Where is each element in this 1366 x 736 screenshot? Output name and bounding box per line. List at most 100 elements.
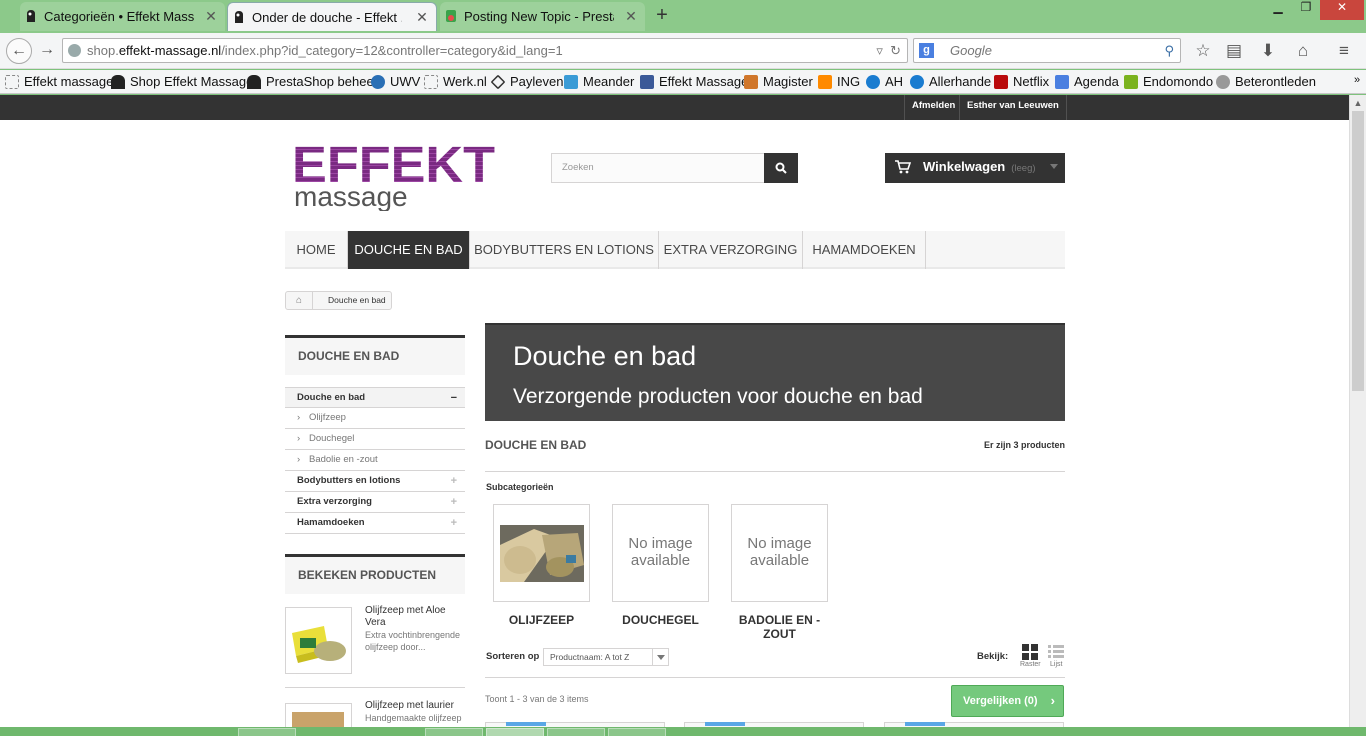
bookmark-item[interactable]: Allerhande <box>910 74 991 89</box>
page-icon <box>5 74 19 89</box>
reload-icon[interactable]: ▿ ↻ <box>876 39 901 62</box>
bookmark-item[interactable]: Effekt Massage <box>640 74 748 89</box>
browser-titlebar: Categorieën • Effekt Massa... ✕ Onder de… <box>0 0 1366 33</box>
breadcrumb: ⌂ Douche en bad <box>285 291 392 310</box>
minimize-button[interactable]: ▁ <box>1264 0 1292 20</box>
category-douche-en-bad[interactable]: Douche en bad − <box>285 387 465 408</box>
logout-link[interactable]: Afmelden <box>904 95 962 120</box>
account-link[interactable]: Esther van Leeuwen <box>959 95 1067 120</box>
taskbar-item[interactable] <box>425 728 483 736</box>
browser-search-input[interactable]: g Google ⚲ <box>913 38 1181 63</box>
url-bar[interactable]: shop.effekt-massage.nl/index.php?id_cate… <box>62 38 908 63</box>
home-icon[interactable]: ⌂ <box>1293 41 1313 61</box>
divider <box>485 471 1065 472</box>
taskbar-item[interactable] <box>486 728 544 736</box>
expand-icon[interactable]: + <box>451 513 457 533</box>
bookmark-item[interactable]: PrestaShop beheer <box>247 74 378 89</box>
menu-icon[interactable]: ≡ <box>1334 41 1354 61</box>
menu-item-douche-en-bad[interactable]: DOUCHE EN BAD <box>348 231 470 269</box>
expand-icon[interactable]: + <box>451 492 457 512</box>
home-icon[interactable]: ⌂ <box>286 292 312 309</box>
bookmark-item[interactable]: Werk.nl <box>424 74 487 89</box>
subcategory-name[interactable]: BADOLIE EN -ZOUT <box>731 613 828 641</box>
bookmark-item[interactable]: Effekt massage <box>5 74 113 89</box>
expand-icon[interactable]: + <box>451 471 457 491</box>
category-badolie[interactable]: › Badolie en -zout <box>285 450 465 471</box>
subcategory-image-douchegel[interactable]: No image available <box>612 504 709 602</box>
taskbar-item[interactable] <box>547 728 605 736</box>
menu-item-hamamdoeken[interactable]: HAMAMDOEKEN <box>803 231 926 269</box>
cart-button[interactable]: Winkelwagen (leeg) <box>885 153 1065 183</box>
divider <box>285 687 465 688</box>
prestashop-icon <box>247 74 261 89</box>
bookmark-item[interactable]: Magister <box>744 74 813 89</box>
product-count: Er zijn 3 producten <box>983 440 1065 450</box>
menu-item-home[interactable]: HOME <box>285 231 348 269</box>
grid-view-icon[interactable] <box>1022 644 1038 660</box>
category-douchegel[interactable]: › Douchegel <box>285 429 465 450</box>
browser-tab-1[interactable]: Categorieën • Effekt Massa... ✕ <box>20 2 225 31</box>
subcategory-name[interactable]: DOUCHEGEL <box>612 613 709 627</box>
bookmark-item[interactable]: UWV <box>371 74 420 89</box>
page-scrollbar[interactable]: ▲ <box>1349 95 1366 727</box>
more-bookmarks-icon[interactable]: » <box>1354 74 1360 86</box>
menu-item-extra-verzorging[interactable]: EXTRA VERZORGING <box>659 231 803 269</box>
bookmark-star-icon[interactable]: ☆ <box>1193 41 1213 61</box>
sort-select[interactable]: Productnaam: A tot Z <box>543 648 669 666</box>
tab-label: Posting New Topic - Presta... <box>464 9 614 24</box>
viewed-product-image[interactable] <box>285 607 352 674</box>
search-icon[interactable]: ⚲ <box>1164 39 1174 62</box>
subcategory-image-olijfzeep[interactable] <box>493 504 590 602</box>
list-view-icon[interactable] <box>1048 644 1064 660</box>
category-hamamdoeken[interactable]: Hamamdoeken + <box>285 513 465 534</box>
bookmark-item[interactable]: Payleven <box>490 74 563 89</box>
effekt-massage-logo[interactable]: EFFEKT massage <box>292 139 497 211</box>
subcategory-name[interactable]: OLIJFZEEP <box>493 613 590 627</box>
window-close-button[interactable]: ✕ <box>1320 0 1364 20</box>
collapse-icon[interactable]: − <box>451 388 457 408</box>
reading-list-icon[interactable]: ▤ <box>1224 41 1244 61</box>
menu-item-bodybutters[interactable]: BODYBUTTERS EN LOTIONS <box>470 231 659 269</box>
shop-search-input[interactable]: Zoeken <box>551 153 765 183</box>
bookmark-item[interactable]: AH <box>866 74 903 89</box>
subcategory-image-badolie[interactable]: No image available <box>731 504 828 602</box>
restore-button[interactable]: ❐ <box>1292 0 1320 20</box>
browser-tab-2[interactable]: Onder de douche - Effekt ... ✕ <box>227 2 437 31</box>
grid-view-label: Raster <box>1020 661 1041 668</box>
viewed-product-desc: Handgemaakte olijfzeep <box>365 713 462 723</box>
search-placeholder: Google <box>950 43 992 58</box>
prestashop-icon <box>27 10 35 22</box>
bookmark-item[interactable]: Shop Effekt Massage <box>111 74 253 89</box>
viewed-product-image[interactable] <box>285 703 352 727</box>
scroll-up-icon[interactable]: ▲ <box>1350 95 1366 111</box>
bookmark-item[interactable]: ING <box>818 74 860 89</box>
browser-tab-3[interactable]: Posting New Topic - Presta... ✕ <box>440 2 645 31</box>
download-icon[interactable]: ⬇ <box>1258 41 1278 61</box>
close-icon[interactable]: ✕ <box>203 8 219 24</box>
close-icon[interactable]: ✕ <box>623 8 639 24</box>
chevron-right-icon: › <box>297 454 301 465</box>
bookmark-item[interactable]: Netflix <box>994 74 1049 89</box>
chevron-right-icon: › <box>297 433 301 444</box>
page-icon <box>424 74 438 89</box>
viewed-product-name[interactable]: Olijfzeep met Aloe Vera <box>365 605 465 629</box>
back-button[interactable]: ← <box>6 38 32 64</box>
shop-search-button[interactable] <box>764 153 798 183</box>
category-extra-verzorging[interactable]: Extra verzorging + <box>285 492 465 513</box>
category-olijfzeep[interactable]: › Olijfzeep <box>285 408 465 429</box>
scrollbar-thumb[interactable] <box>1352 111 1364 391</box>
category-bodybutters[interactable]: Bodybutters en lotions + <box>285 471 465 492</box>
taskbar-item[interactable] <box>608 728 666 736</box>
forward-button[interactable]: → <box>34 38 60 64</box>
close-icon[interactable]: ✕ <box>414 9 430 25</box>
bookmark-item[interactable]: Beterontleden <box>1216 74 1316 89</box>
new-tab-button[interactable]: + <box>652 5 672 26</box>
category-subtitle: Verzorgende producten voor douche en bad <box>513 385 923 408</box>
taskbar-item[interactable] <box>238 728 296 736</box>
viewed-product-name[interactable]: Olijfzeep met laurier <box>365 700 465 712</box>
bookmark-item[interactable]: Agenda <box>1055 74 1119 89</box>
compare-button[interactable]: Vergelijken (0) › <box>951 685 1064 717</box>
bookmark-item[interactable]: Endomondo <box>1124 74 1213 89</box>
ing-icon <box>818 74 832 89</box>
bookmark-item[interactable]: Meander <box>564 74 634 89</box>
